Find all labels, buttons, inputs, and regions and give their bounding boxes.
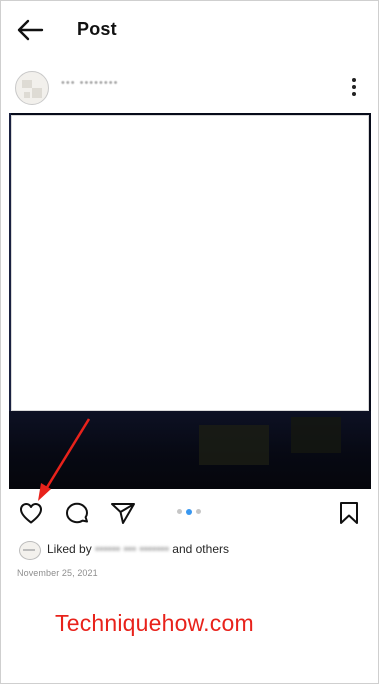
likes-text: Liked by •••••• ••• ••••••• and others: [47, 542, 229, 556]
liker-avatar: [19, 541, 41, 560]
top-bar: Post: [1, 1, 378, 59]
more-options-icon[interactable]: [344, 75, 364, 99]
likes-summary[interactable]: Liked by •••••• ••• ••••••• and others: [17, 539, 367, 561]
page-title: Post: [77, 19, 117, 39]
action-bar: [1, 497, 378, 531]
heart-icon[interactable]: [17, 499, 45, 527]
media-image: [11, 115, 369, 411]
send-paper-plane-icon[interactable]: [109, 499, 137, 527]
post-media[interactable]: [9, 113, 371, 489]
back-arrow-icon[interactable]: [15, 17, 45, 43]
post-header: ••• ••••••••: [1, 65, 378, 109]
post-date: November 25, 2021: [17, 568, 98, 578]
avatar[interactable]: [15, 71, 49, 105]
liker-name: •••••• ••• •••••••: [95, 542, 169, 556]
comment-bubble-icon[interactable]: [63, 499, 91, 527]
phone-screen: Post ••• •••••••• Liked by •••••• ••• ••…: [0, 0, 379, 684]
watermark-text: Techniquehow.com: [55, 610, 254, 636]
username[interactable]: ••• ••••••••: [61, 77, 118, 89]
bookmark-icon[interactable]: [335, 499, 363, 527]
carousel-indicator: [177, 508, 205, 516]
